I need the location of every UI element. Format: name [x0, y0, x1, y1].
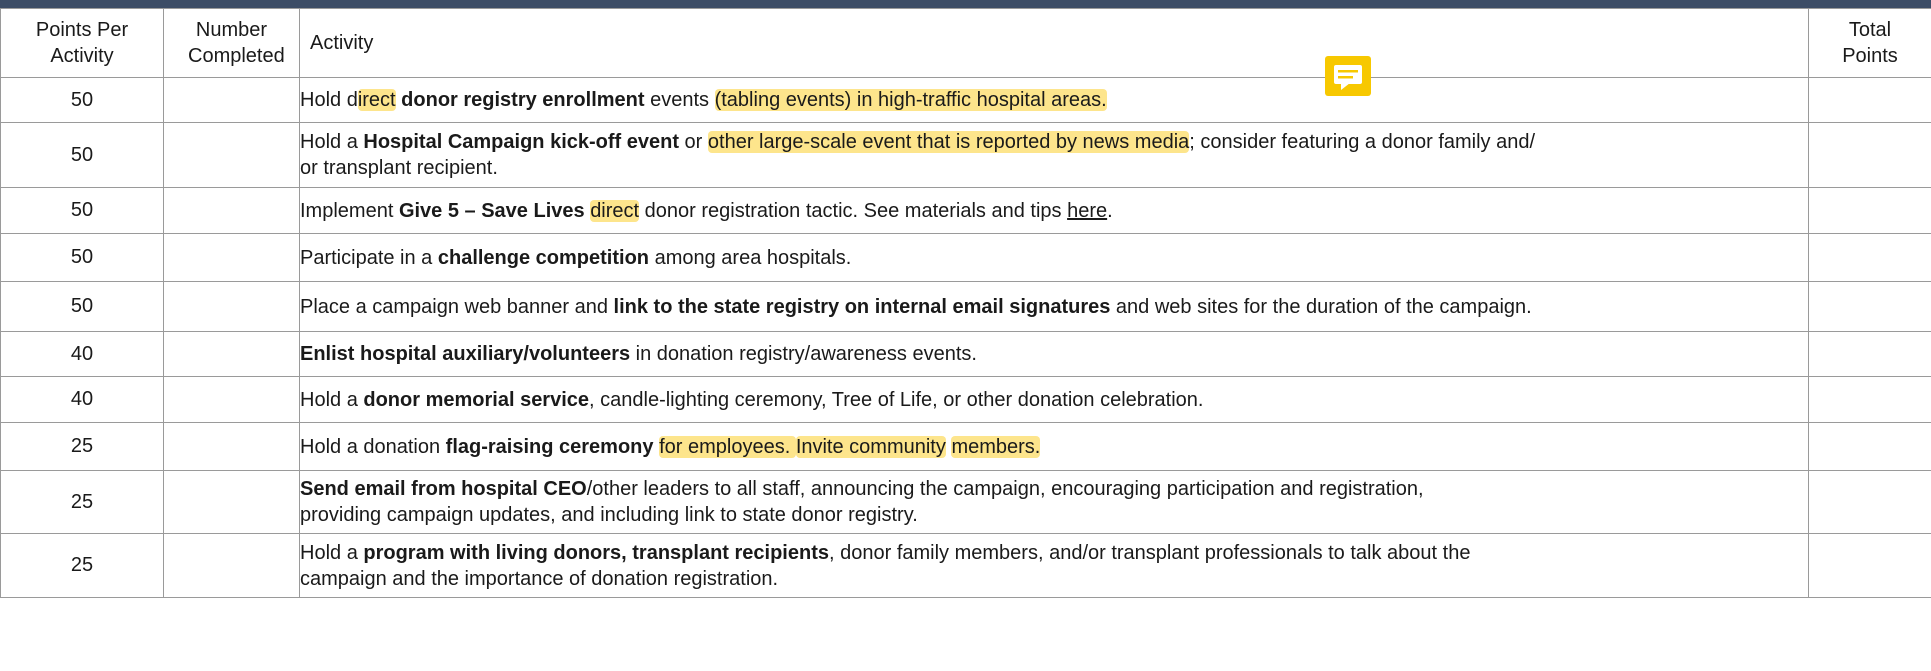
activity-text: donor registration tactic. See materials…: [639, 199, 1068, 222]
activity-text: Hold a: [300, 388, 364, 411]
points-cell: 25: [0, 470, 164, 534]
highlighted-text: other large-scale event that is reported…: [707, 131, 1190, 153]
table-row: 25 Hold a donation flag-raising ceremony …: [0, 422, 1931, 471]
activity-cell: Enlist hospital auxiliary/volunteers in …: [299, 331, 1809, 377]
points-cell: 50: [0, 77, 164, 123]
highlighted-text: (tabling events) in high-traffic hospita…: [714, 89, 1107, 111]
table-row: 50 Place a campaign web banner and link t…: [0, 281, 1931, 332]
points-cell: 50: [0, 233, 164, 282]
table-row: 50 Participate in a challenge competition…: [0, 233, 1931, 282]
number-completed-cell[interactable]: [163, 77, 300, 123]
activity-text: Send email from hospital CEO: [300, 478, 587, 500]
total-points-cell[interactable]: [1808, 331, 1931, 377]
activity-text: and web sites for the duration of the ca…: [1110, 295, 1532, 318]
points-cell: 40: [0, 376, 164, 423]
header-points-per-activity: Points Per Activity: [0, 8, 164, 78]
highlighted-text: for employees.: [659, 435, 796, 458]
activity-cell: Hold a program with living donors, trans…: [299, 533, 1809, 598]
activity-text: , donor family members, and/or transplan…: [829, 541, 1471, 564]
activity-cell: Participate in a challenge competition a…: [299, 233, 1809, 282]
activity-text: in donation registry/awareness events.: [630, 343, 977, 365]
activity-text: Hold d: [300, 89, 358, 111]
highlighted-text: Invite community: [795, 435, 946, 458]
activity-text: Enlist hospital auxiliary/volunteers: [300, 343, 631, 365]
activity-cell: Hold a Hospital Campaign kick-off event …: [299, 122, 1809, 188]
total-points-cell[interactable]: [1808, 470, 1931, 534]
highlighted-text: direct: [590, 199, 640, 222]
activity-link[interactable]: here: [1067, 200, 1107, 222]
activity-text: /other leaders to all staff, announcing …: [586, 478, 1424, 500]
table-row: 50 Implement Give 5 – Save Lives direct d…: [0, 187, 1931, 234]
table-row: 50 Hold a Hospital Campaign kick-off even…: [0, 122, 1931, 188]
activity-text: link to the state registry on internal e…: [613, 295, 1111, 318]
activity-cell: Implement Give 5 – Save Lives direct don…: [299, 187, 1809, 234]
number-completed-cell[interactable]: [163, 187, 300, 234]
number-completed-cell[interactable]: [163, 331, 300, 377]
activity-text: Participate in a: [300, 246, 438, 269]
header-number-completed: Number Completed: [163, 8, 300, 78]
number-completed-cell[interactable]: [163, 470, 300, 534]
comment-icon[interactable]: [1325, 56, 1371, 96]
activity-text: ; consider featuring a donor family and/: [1189, 131, 1536, 153]
activity-text: donor registry enrollment: [401, 89, 645, 111]
total-points-cell[interactable]: [1808, 281, 1931, 332]
points-cell: 50: [0, 187, 164, 234]
header-total-points: Total Points: [1808, 8, 1931, 78]
header-activity: Activity: [299, 8, 1809, 78]
activity-cell: Hold a donation flag-raising ceremony fo…: [299, 422, 1809, 471]
activity-text: Give 5 – Save Lives: [398, 199, 585, 222]
activity-text: Implement: [300, 199, 399, 222]
activity-text: or transplant recipient.: [300, 157, 498, 179]
activity-cell: Hold direct donor registry enrollment ev…: [299, 77, 1809, 123]
activity-cell: Hold a donor memorial service, candle-li…: [299, 376, 1809, 423]
total-points-cell[interactable]: [1808, 233, 1931, 282]
number-completed-cell[interactable]: [163, 533, 300, 598]
activity-cell: Send email from hospital CEO/other leade…: [299, 470, 1809, 534]
table-row: 50 Hold direct donor registry enrollment …: [0, 77, 1931, 123]
activity-text: donor memorial service: [363, 388, 590, 411]
number-completed-cell[interactable]: [163, 281, 300, 332]
activity-text: Hospital Campaign kick-off event: [363, 131, 679, 153]
number-completed-cell[interactable]: [163, 122, 300, 188]
number-completed-cell[interactable]: [163, 376, 300, 423]
activity-text: .: [1107, 199, 1113, 222]
total-points-cell[interactable]: [1808, 77, 1931, 123]
activity-text: flag-raising ceremony: [445, 435, 654, 458]
points-cell: 50: [0, 122, 164, 188]
table-row: 25 Send email from hospital CEO/other lea…: [0, 470, 1931, 534]
top-header-bar: [0, 0, 1931, 8]
activity-text: providing campaign updates, and includin…: [300, 504, 918, 526]
activity-cell: Place a campaign web banner and link to …: [299, 281, 1809, 332]
number-completed-cell[interactable]: [163, 233, 300, 282]
activities-table: Points Per Activity Number Completed Act…: [0, 8, 1931, 598]
points-cell: 25: [0, 422, 164, 471]
number-completed-cell[interactable]: [163, 422, 300, 471]
activity-text: , candle-lighting ceremony, Tree of Life…: [589, 388, 1204, 411]
table-row: 40 Enlist hospital auxiliary/volunteers i…: [0, 331, 1931, 377]
activity-text: Hold a: [300, 541, 364, 564]
total-points-cell[interactable]: [1808, 422, 1931, 471]
activity-text: events: [644, 89, 715, 111]
highlighted-text: irect: [357, 89, 396, 111]
activity-text: Place a campaign web banner and: [300, 295, 614, 318]
activity-text: Hold a: [300, 131, 364, 153]
total-points-cell[interactable]: [1808, 376, 1931, 423]
table-header-row: Points Per Activity Number Completed Act…: [0, 8, 1931, 78]
total-points-cell[interactable]: [1808, 533, 1931, 598]
activity-text: challenge competition: [437, 246, 650, 269]
activity-text: campaign and the importance of donation …: [300, 567, 779, 590]
points-cell: 25: [0, 533, 164, 598]
total-points-cell[interactable]: [1808, 122, 1931, 188]
table-row: 25 Hold a program with living donors, tra…: [0, 533, 1931, 598]
points-cell: 50: [0, 281, 164, 332]
total-points-cell[interactable]: [1808, 187, 1931, 234]
points-cell: 40: [0, 331, 164, 377]
activity-text: or: [679, 131, 708, 153]
highlighted-text: members.: [951, 435, 1041, 458]
activity-text: among area hospitals.: [649, 246, 852, 269]
activity-text: program with living donors, transplant r…: [363, 541, 829, 564]
table-row: 40 Hold a donor memorial service, candle-…: [0, 376, 1931, 423]
activity-text: Hold a donation: [300, 435, 446, 458]
